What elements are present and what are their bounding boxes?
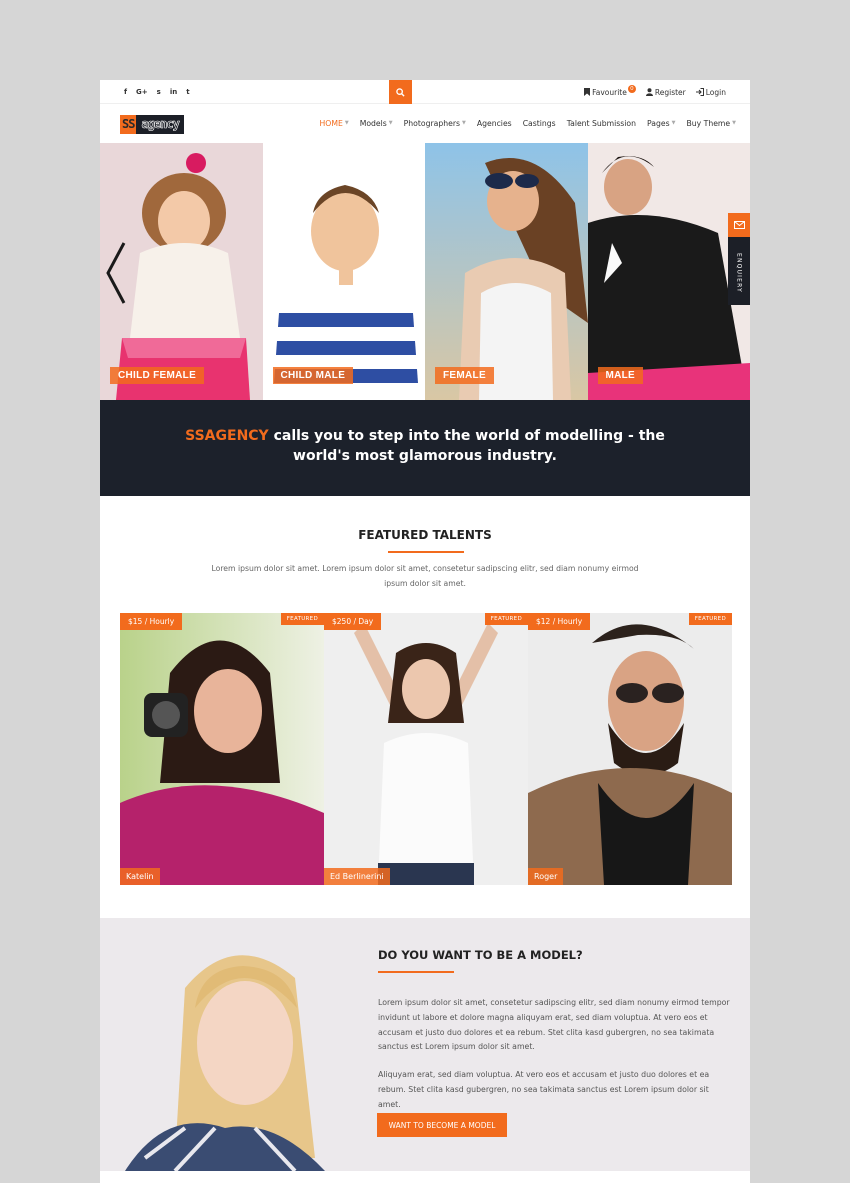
favourite-link[interactable]: Favourite 0 (584, 85, 636, 97)
register-link[interactable]: Register (645, 87, 686, 97)
talent-photo-katelin (120, 613, 324, 885)
register-label: Register (654, 87, 686, 97)
login-label: Login (705, 87, 726, 97)
slider-prev-arrow[interactable] (104, 241, 128, 305)
slide-label: FEMALE (435, 367, 494, 384)
user-icon (645, 88, 653, 96)
talent-card[interactable]: $12 / Hourly FEATURED Roger (528, 613, 732, 885)
title-underline (378, 971, 454, 973)
featured-badge: FEATURED (688, 613, 732, 625)
slide-female[interactable]: FEMALE (425, 143, 588, 400)
featured-badge: FEATURED (484, 613, 528, 625)
slide-label: MALE (597, 367, 644, 384)
linkedin-icon[interactable]: in (170, 80, 177, 104)
search-icon (396, 87, 405, 97)
nav-item-label: Pages (647, 118, 670, 128)
site-logo[interactable]: SS agency (120, 115, 210, 134)
model-paragraph-1: Lorem ipsum dolor sit amet, consetetur s… (378, 998, 730, 1052)
favourite-count-badge: 0 (627, 85, 636, 93)
chevron-down-icon: ▼ (344, 120, 349, 126)
nav-item-label: Agencies (476, 118, 512, 128)
search-button[interactable] (389, 80, 412, 104)
sign-in-icon (695, 88, 704, 96)
talent-cards: $15 / Hourly FEATURED Katelin $250 / Day… (120, 613, 733, 885)
chevron-down-icon: ▼ (732, 120, 736, 126)
banner-brand: SSAGENCY (185, 428, 269, 444)
logo-wordmark: agency (136, 115, 184, 134)
become-model-section: DO YOU WANT TO BE A MODEL? Lorem ipsum d… (100, 918, 750, 1171)
logo-mark: SS (120, 115, 137, 134)
nav-item-label: Models (359, 118, 387, 128)
talent-card[interactable]: $250 / Day FEATURED Ed Berlinerini (324, 613, 528, 885)
nav-item-talent-submission[interactable]: Talent Submission (567, 119, 636, 128)
nav-item-label: Talent Submission (566, 118, 636, 128)
price-badge: $15 / Hourly (120, 613, 183, 630)
facebook-icon[interactable]: f (124, 80, 127, 104)
model-photo (125, 955, 325, 1171)
nav-item-models[interactable]: Models ▼ (360, 119, 393, 128)
google-plus-icon[interactable]: G+ (136, 80, 148, 104)
nav-item-pages[interactable]: Pages ▼ (647, 119, 675, 128)
twitter-icon[interactable]: t (186, 80, 189, 104)
favourite-label: Favourite (592, 87, 627, 97)
top-bar: f G+ s in t Favourite 0 Register Login (100, 80, 750, 104)
nav-item-photographers[interactable]: Photographers ▼ (404, 119, 466, 128)
page: f G+ s in t Favourite 0 Register Login S… (100, 80, 750, 1183)
skype-icon[interactable]: s (157, 80, 161, 104)
intro-banner: SSAGENCY calls you to step into the worl… (100, 400, 750, 496)
chevron-down-icon: ▼ (671, 120, 676, 126)
account-links: Favourite 0 Register Login (584, 80, 726, 104)
slide-label: CHILD FEMALE (110, 367, 205, 384)
nav-item-castings[interactable]: Castings (523, 119, 556, 128)
nav-item-home[interactable]: HOME ▼ (320, 119, 349, 128)
chevron-down-icon: ▼ (461, 120, 466, 126)
nav-item-label: Castings (522, 118, 556, 128)
become-model-button[interactable]: WANT TO BECOME A MODEL (377, 1113, 507, 1137)
nav-item-agencies[interactable]: Agencies (477, 119, 512, 128)
featured-title: FEATURED TALENTS (358, 528, 492, 542)
login-link[interactable]: Login (695, 87, 726, 97)
nav-item-label: Buy Theme (686, 118, 731, 128)
talent-photo-ed-berlinerini (324, 613, 528, 885)
nav-item-buy-theme[interactable]: Buy Theme ▼ (686, 119, 736, 128)
slide-child-male[interactable]: CHILD MALE (262, 143, 425, 400)
featured-description: Lorem ipsum dolor sit amet. Lorem ipsum … (211, 564, 639, 588)
category-slider: CHILD FEMALE CHILD MALE FEMALE MALE ENQU… (100, 143, 750, 400)
talent-photo-roger (528, 613, 732, 885)
talent-card[interactable]: $15 / Hourly FEATURED Katelin (120, 613, 324, 885)
slide-label: CHILD MALE (272, 367, 354, 384)
main-nav: SS agency HOME ▼ Models ▼ Photographers ▼ A… (100, 104, 750, 142)
banner-text: calls you to step into the world of mode… (268, 428, 665, 464)
model-paragraph-2: Aliquyam erat, sed diam voluptua. At ver… (378, 1070, 710, 1109)
title-underline (388, 551, 464, 553)
talent-name[interactable]: Roger (528, 868, 564, 885)
enquiry-tab[interactable]: ENQUIERY (728, 213, 750, 305)
price-badge: $12 / Hourly (528, 613, 591, 630)
talent-name[interactable]: Katelin (120, 868, 160, 885)
bookmark-icon (584, 88, 591, 96)
nav-menu: HOME ▼ Models ▼ Photographers ▼ Agencies Ca… (320, 104, 736, 142)
child-male-photo (262, 143, 425, 400)
talent-name[interactable]: Ed Berlinerini (324, 868, 390, 885)
enquiry-label: ENQUIERY (735, 252, 743, 294)
chevron-down-icon: ▼ (388, 120, 393, 126)
nav-item-label: HOME (319, 118, 343, 128)
female-photo (425, 143, 588, 400)
model-section-title: DO YOU WANT TO BE A MODEL? (378, 948, 583, 962)
nav-item-label: Photographers (403, 118, 460, 128)
price-badge: $250 / Day (324, 613, 382, 630)
envelope-icon (728, 213, 750, 237)
featured-badge: FEATURED (280, 613, 324, 625)
social-links: f G+ s in t (124, 80, 190, 104)
